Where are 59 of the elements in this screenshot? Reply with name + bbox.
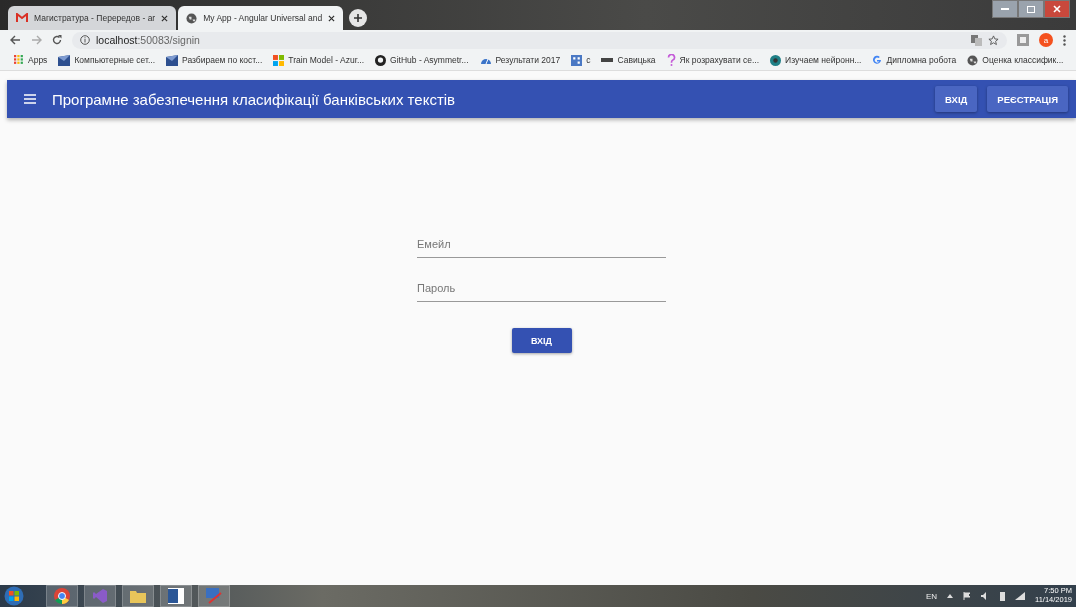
- bookmark-link[interactable]: Компьютерные сет...: [58, 54, 155, 66]
- bookmark-link[interactable]: Изучаем нейронн...: [770, 54, 862, 66]
- bookmark-link[interactable]: Савицька: [601, 55, 656, 65]
- menu-icon[interactable]: [1063, 34, 1066, 46]
- browser-tab[interactable]: My App - Angular Universal and: [178, 6, 344, 30]
- bookmark-link[interactable]: Apps: [14, 55, 48, 65]
- close-icon: [1053, 5, 1061, 13]
- url-text: localhost:50083/signin: [96, 34, 200, 46]
- new-tab-button[interactable]: [349, 9, 368, 27]
- translate-icon[interactable]: [971, 34, 982, 46]
- minimize-icon: [1001, 8, 1009, 10]
- app-title: Програмне забезпечення класифікації банківських текстів: [52, 90, 457, 108]
- bookmark-flag-icon: [166, 54, 178, 66]
- login-button[interactable]: ВХІД: [935, 86, 978, 112]
- login-button[interactable]: ВХІД: [511, 328, 572, 353]
- google-logo-icon: [872, 55, 883, 65]
- bookmark-link[interactable]: Разбираем по кост...: [166, 54, 263, 66]
- word-taskbar-icon[interactable]: [160, 585, 192, 607]
- minimize-button[interactable]: [992, 0, 1018, 18]
- plus-icon: [353, 13, 364, 23]
- register-button[interactable]: РЕЄСТРАЦІЯ: [987, 86, 1068, 112]
- signal-icon[interactable]: [1015, 592, 1025, 600]
- maximize-icon: [1027, 5, 1035, 13]
- round-logo-icon: [770, 54, 782, 66]
- globe-icon: [967, 54, 979, 66]
- bookmark-link[interactable]: GitHub - Asymmetr...: [375, 54, 469, 66]
- bookmark-link[interactable]: Оценка классифик...: [967, 54, 1064, 66]
- star-icon[interactable]: [988, 34, 999, 46]
- folder-taskbar-icon[interactable]: [122, 585, 154, 607]
- tile-icon: [571, 54, 583, 66]
- chrome-taskbar-icon[interactable]: [46, 585, 78, 607]
- back-icon[interactable]: [10, 35, 21, 45]
- windows-logo-icon: [273, 54, 285, 66]
- bookmark-link[interactable]: Як розрахувати се...: [666, 54, 760, 66]
- question-mark-icon: [666, 54, 676, 66]
- start-button[interactable]: [4, 586, 24, 606]
- bookmark-link[interactable]: Дипломна робота: [872, 55, 957, 65]
- password-field[interactable]: Пароль: [417, 274, 666, 302]
- info-icon: [80, 35, 90, 45]
- email-field[interactable]: Емейл: [417, 230, 666, 258]
- mail-icon: [16, 13, 28, 23]
- language-indicator[interactable]: EN: [925, 591, 937, 601]
- close-button[interactable]: [1044, 0, 1070, 18]
- flag-icon[interactable]: [963, 592, 971, 600]
- browser-tab[interactable]: Магистратура - Перередов - ar: [8, 6, 177, 30]
- bookmark-link[interactable]: Train Model - Azur...: [273, 54, 365, 66]
- menu-icon[interactable]: [24, 94, 36, 104]
- bookmark-flag-icon: [58, 54, 71, 66]
- apps-icon: [14, 55, 24, 65]
- address-bar[interactable]: localhost:50083/signin: [72, 31, 1007, 49]
- close-icon[interactable]: [328, 14, 336, 22]
- maximize-button[interactable]: [1018, 0, 1044, 18]
- tray-arrow-icon[interactable]: [947, 594, 953, 598]
- bookmark-link[interactable]: Результати 2017: [479, 54, 561, 66]
- reload-icon[interactable]: [52, 35, 62, 45]
- bookmark-link[interactable]: с: [571, 54, 591, 66]
- close-icon[interactable]: [161, 14, 169, 22]
- globe-icon: [186, 12, 198, 24]
- battery-icon[interactable]: [1000, 591, 1005, 601]
